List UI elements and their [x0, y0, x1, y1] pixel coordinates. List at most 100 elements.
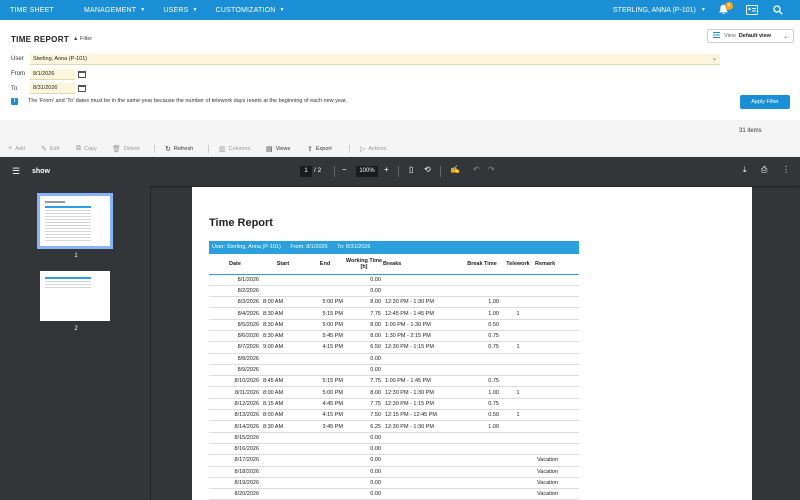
table-cell	[501, 477, 535, 490]
table-cell: 0.50	[463, 319, 501, 331]
table-row: 8/11/2026 8:00 AM 5:00 PM 8.00 12:30 PM - 1:…	[209, 386, 579, 399]
table-cell: 6.50	[345, 341, 383, 354]
annotate-icon[interactable]: ✍	[450, 165, 460, 174]
apply-filter-button[interactable]: Apply Filter	[740, 95, 790, 109]
nav-app-title[interactable]: TIME SHEET	[10, 7, 54, 14]
user-menu[interactable]: STERLING, ANNA (P-101) ▼	[613, 0, 706, 20]
table-cell: 12:30 PM - 1:30 PM	[383, 296, 463, 309]
table-cell: 8.00	[345, 386, 383, 399]
refresh-button[interactable]: ↻ Refresh	[165, 145, 193, 153]
toolbar-divider	[440, 166, 441, 177]
table-cell	[305, 364, 345, 377]
table-cell: 0.75	[463, 330, 501, 343]
table-header: Start	[261, 254, 305, 275]
search-icon[interactable]	[772, 4, 784, 16]
page-thumbnail-2[interactable]	[40, 271, 110, 321]
add-button[interactable]: + Add	[8, 145, 25, 152]
edit-button[interactable]: ✎ Edit	[41, 145, 59, 153]
table-cell	[501, 432, 535, 444]
page-title: TIME REPORT	[11, 35, 69, 44]
table-cell: 0.00	[345, 274, 383, 286]
view-selector[interactable]: View Default view ⌄	[707, 29, 794, 43]
columns-button[interactable]: ▥ Columns	[219, 145, 250, 153]
calendar-icon[interactable]	[78, 70, 86, 78]
rotate-icon[interactable]: ⟲	[424, 165, 431, 174]
page-total: / 2	[314, 167, 322, 174]
zoom-out-button[interactable]: −	[342, 165, 347, 174]
bell-icon[interactable]: 4	[718, 2, 733, 16]
table-row: 8/8/2026 0.00	[209, 353, 579, 365]
nav-management[interactable]: MANAGEMENT ▼	[84, 7, 145, 14]
more-vertical-icon[interactable]: ⋮	[782, 165, 790, 174]
table-cell	[535, 364, 579, 377]
table-cell: 12:30 PM - 1:15 PM	[383, 341, 463, 354]
user-select[interactable]: Sterling, Anna (P-101) ⌄	[30, 54, 720, 65]
print-icon[interactable]: ⎙	[761, 165, 767, 175]
table-row: 8/19/2026 0.00 Vacation	[209, 477, 579, 490]
table-cell: 4:15 PM	[305, 409, 345, 422]
calendar-icon[interactable]	[78, 84, 86, 92]
download-icon[interactable]: ⤓	[743, 165, 747, 175]
undo-icon[interactable]: ↶	[473, 165, 480, 174]
table-cell	[305, 488, 345, 500]
table-cell	[535, 330, 579, 343]
toolbar-divider	[334, 166, 335, 177]
export-button[interactable]: ⇪ Export	[307, 145, 332, 153]
table-cell	[463, 353, 501, 365]
copy-button[interactable]: ⧉ Copy	[76, 145, 97, 153]
table-cell	[501, 274, 535, 286]
table-cell	[535, 409, 579, 422]
menu-icon[interactable]: ☰	[12, 166, 20, 177]
from-date-input[interactable]: 8/1/2026	[30, 69, 75, 80]
table-cell	[261, 274, 305, 286]
redo-icon[interactable]: ↷	[488, 165, 495, 174]
zoom-in-button[interactable]: +	[384, 165, 389, 174]
views-button[interactable]: ▤ Views	[266, 145, 290, 153]
table-cell	[261, 364, 305, 377]
banner-to: To: 8/31/2026	[337, 244, 371, 250]
table-cell: 8/17/2026	[209, 454, 261, 467]
table-cell: 1	[501, 341, 535, 354]
table-cell: 1.00	[463, 420, 501, 433]
table-cell: 1	[501, 307, 535, 320]
nav-users[interactable]: USERS ▼	[163, 7, 197, 14]
table-cell	[305, 432, 345, 444]
chevron-down-icon: ▼	[192, 7, 198, 13]
table-cell	[305, 353, 345, 365]
actions-button[interactable]: ▷ Actions	[360, 145, 386, 153]
filter-toggle[interactable]: ▲ Filter	[73, 36, 92, 42]
fit-page-icon[interactable]: ▯	[409, 165, 413, 174]
table-cell: 8:45 AM	[261, 375, 305, 388]
list-icon	[713, 32, 720, 40]
id-card-icon[interactable]	[746, 4, 758, 16]
delete-button[interactable]: 🗑 Delete	[112, 145, 140, 153]
table-cell	[383, 432, 463, 444]
edit-label: Edit	[49, 146, 60, 152]
table-cell: 8/12/2026	[209, 398, 261, 411]
to-date-input[interactable]: 8/31/2026	[30, 83, 75, 94]
table-cell: 4:45 PM	[305, 398, 345, 411]
table-cell: 8/7/2026	[209, 341, 261, 354]
table-cell	[463, 443, 501, 456]
table-cell: 0.00	[345, 353, 383, 365]
nav-users-label: USERS	[163, 6, 189, 14]
thumbnail-number: 2	[74, 326, 78, 332]
play-icon: ▷	[360, 146, 366, 153]
table-row: 8/18/2026 0.00 Vacation	[209, 466, 579, 478]
table-cell	[463, 454, 501, 467]
zoom-input[interactable]: 100%	[356, 166, 378, 177]
table-cell	[305, 285, 345, 298]
nav-customization[interactable]: CUSTOMIZATION ▼	[216, 7, 285, 14]
table-cell	[305, 454, 345, 467]
table-cell: 8/3/2026	[209, 296, 261, 309]
view-value: Default view	[738, 33, 771, 39]
table-header: Break Time	[463, 254, 501, 275]
document-name: show	[32, 168, 50, 175]
table-cell: 1.00	[463, 296, 501, 309]
page-number-input[interactable]: 1	[300, 166, 312, 177]
table-cell: 8/14/2026	[209, 420, 261, 433]
page-thumbnail-1[interactable]	[37, 193, 113, 249]
table-cell: 5:00 PM	[305, 296, 345, 309]
table-cell: 8/9/2026	[209, 364, 261, 377]
table-row: 8/16/2026 0.00	[209, 443, 579, 456]
